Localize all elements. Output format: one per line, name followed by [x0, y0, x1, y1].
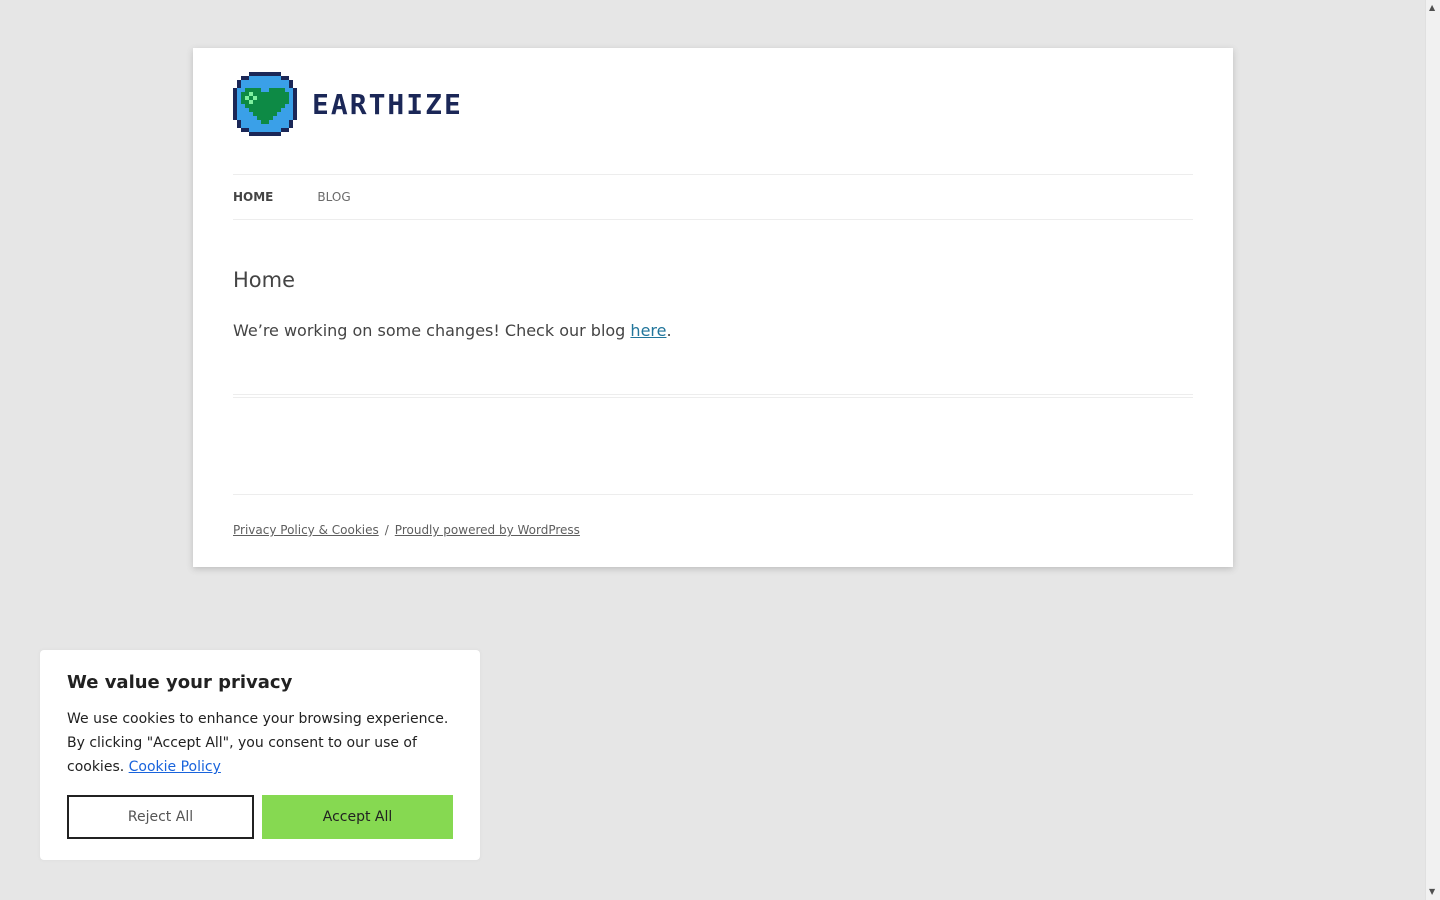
powered-by-link[interactable]: Proudly powered by WordPress	[395, 523, 580, 537]
scroll-down-arrow-icon[interactable]: ▼	[1429, 888, 1435, 896]
blog-here-link[interactable]: here	[630, 321, 666, 340]
content-text: We’re working on some changes! Check our…	[233, 321, 631, 340]
cookie-policy-link[interactable]: Cookie Policy	[129, 759, 221, 775]
cookie-button-row: Reject All Accept All	[67, 795, 453, 839]
cookie-banner-text: We use cookies to enhance your browsing …	[67, 707, 453, 779]
site-header: EARTHIZE	[233, 72, 463, 136]
scroll-up-arrow-icon[interactable]: ▲	[1429, 4, 1435, 12]
main-navigation: HOME BLOG	[233, 174, 1193, 220]
cookie-banner-title: We value your privacy	[67, 672, 293, 693]
cookie-banner-message: We use cookies to enhance your browsing …	[67, 711, 449, 775]
site-footer: Privacy Policy & Cookies / Proudly powered…	[233, 523, 580, 537]
reject-all-button[interactable]: Reject All	[67, 795, 254, 839]
content-divider	[233, 394, 1193, 395]
accept-all-button[interactable]: Accept All	[262, 795, 453, 839]
page-content: We’re working on some changes! Check our…	[233, 321, 672, 340]
page-container: EARTHIZE HOME BLOG Home We’re working on…	[193, 48, 1233, 567]
nav-item-home[interactable]: HOME	[233, 191, 273, 203]
footer-divider	[233, 494, 1193, 495]
page-scrollbar[interactable]: ▲ ▼	[1425, 0, 1440, 900]
footer-separator: /	[384, 523, 389, 537]
content-divider-secondary	[233, 397, 1193, 398]
earth-heart-logo-icon[interactable]	[233, 72, 297, 136]
site-title[interactable]: EARTHIZE	[312, 88, 463, 121]
privacy-policy-link[interactable]: Privacy Policy & Cookies	[233, 523, 379, 537]
content-text-end: .	[666, 321, 672, 340]
nav-item-blog[interactable]: BLOG	[317, 191, 350, 203]
cookie-consent-banner: We value your privacy We use cookies to …	[40, 650, 480, 860]
page-title: Home	[233, 268, 296, 292]
